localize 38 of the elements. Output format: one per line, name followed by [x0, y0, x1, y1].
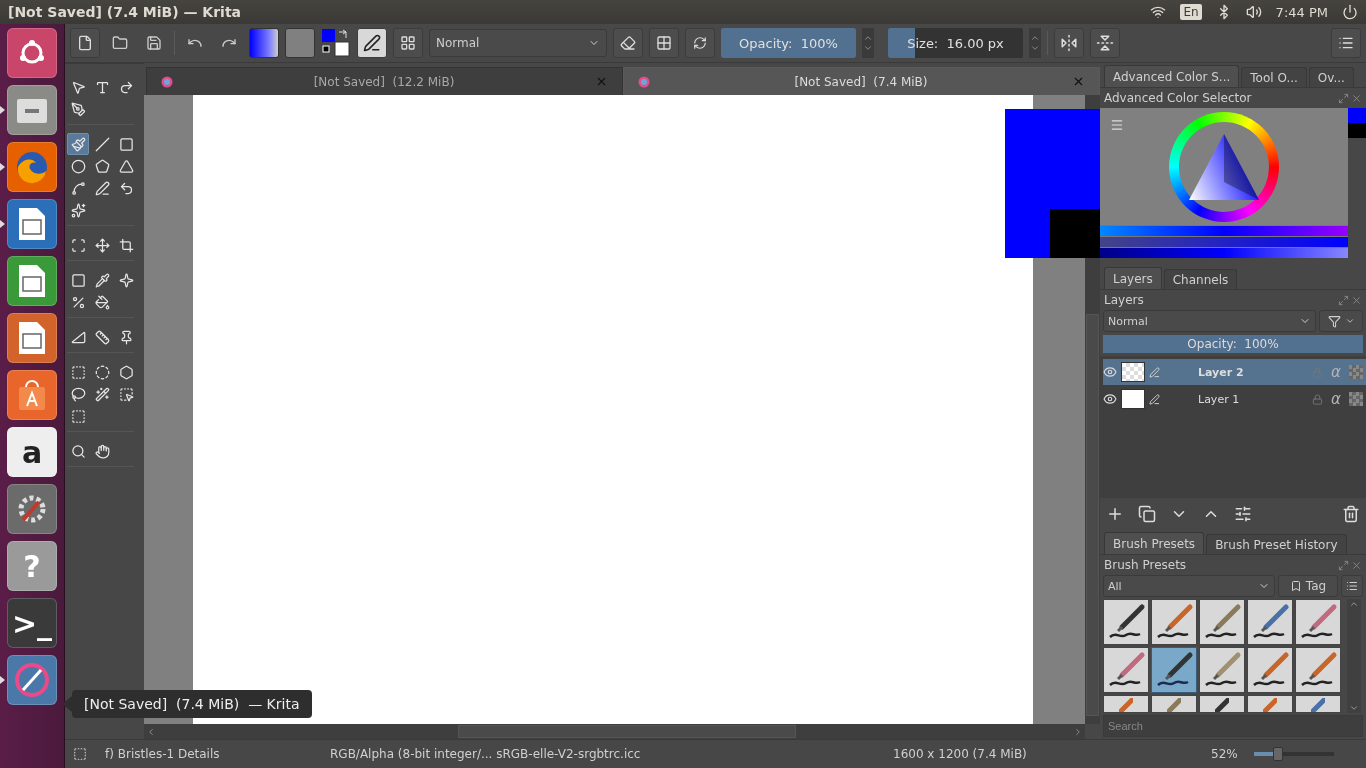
docker-title: Brush Presets	[1104, 558, 1187, 572]
blend-mode-dropdown[interactable]: Normal	[429, 29, 607, 57]
alpha-lock-toggle[interactable]: α	[1327, 390, 1345, 408]
docker-title: Advanced Color Selector	[1104, 91, 1252, 105]
layer-blend-dropdown[interactable]: Normal	[1103, 310, 1316, 332]
tooltip: [Not Saved] (7.4 MiB) — Krita	[72, 690, 312, 718]
window-title: [Not Saved] (7.4 MiB) — Krita	[8, 4, 243, 20]
document-tab[interactable]: [Not Saved] (7.4 MiB)	[623, 67, 1100, 95]
docker-tab[interactable]: Brush Preset History	[1206, 534, 1347, 554]
preset-filter-dropdown[interactable]: All	[1103, 575, 1275, 597]
help-glyph: ?	[23, 548, 41, 584]
layer-name: Layer 1	[1197, 392, 1241, 406]
docker-tab[interactable]: Layers	[1104, 267, 1162, 289]
image-size: 1600 x 1200 (7.4 MiB)	[893, 747, 1028, 761]
docker-tab[interactable]: Brush Presets	[1104, 532, 1205, 554]
docker-tab[interactable]: Ov...	[1308, 67, 1354, 87]
clock[interactable]: 7:44 PM	[1275, 4, 1328, 20]
size-slider[interactable]: Size: 16.00 px	[888, 28, 1023, 58]
color-space: RGB/Alpha (8-bit integer/... sRGB-elle-V2-srgbtrc.icc	[330, 747, 642, 761]
document-tab[interactable]: [Not Saved] (12.2 MiB)	[146, 67, 623, 95]
docker-tab[interactable]: Advanced Color S...	[1104, 65, 1240, 87]
search-field[interactable]: Search	[1103, 715, 1363, 737]
layer-name: Layer 2	[1197, 365, 1245, 379]
tag-button[interactable]: Tag	[1278, 575, 1338, 597]
keyboard-layout-indicator[interactable]: En	[1180, 4, 1202, 20]
docker-title: Layers	[1104, 293, 1144, 307]
terminal-glyph: >_	[11, 605, 53, 641]
layer-row[interactable]: Layer 2 α	[1103, 359, 1366, 385]
amazon-glyph: a	[21, 434, 43, 470]
launcher-app-button[interactable]: a	[7, 427, 57, 477]
layer-row[interactable]: Layer 1 α	[1103, 386, 1366, 412]
zoom-level: 52%	[1211, 747, 1238, 761]
layer-opacity-slider[interactable]: Opacity: 100%	[1103, 335, 1363, 353]
launcher-app-button[interactable]: >_	[7, 598, 57, 648]
brush-name: f) Bristles-1 Details	[105, 747, 221, 761]
docker-tab[interactable]: Channels	[1163, 269, 1238, 289]
opacity-slider[interactable]: Opacity: 100%	[721, 28, 856, 58]
docker-tab[interactable]: Tool O...	[1241, 67, 1307, 87]
